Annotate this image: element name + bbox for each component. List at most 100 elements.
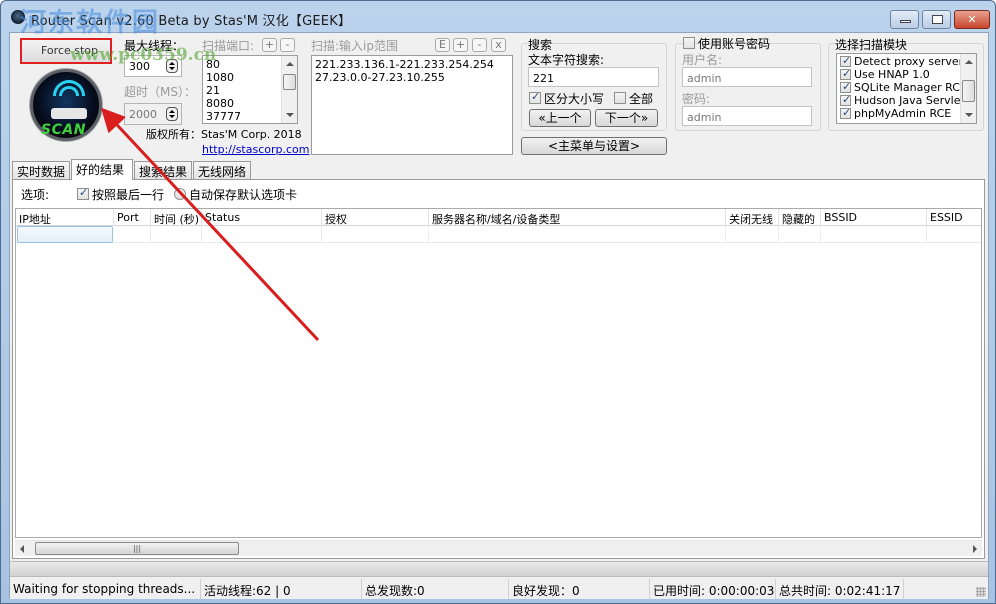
minimize-button[interactable]	[890, 10, 919, 29]
scroll-down-icon[interactable]	[286, 113, 294, 117]
add-range-button[interactable]: +	[453, 38, 468, 52]
max-threads-label: 最大线程：	[124, 39, 185, 53]
column-server-name[interactable]: 服务器名称/域名/设备类型	[429, 209, 726, 226]
edit-range-button[interactable]: E	[435, 38, 450, 52]
module-label: phpMyAdmin RCE	[854, 107, 952, 120]
module-checkbox[interactable]	[840, 67, 851, 80]
search-all-checkbox[interactable]	[614, 92, 626, 104]
column-bssid[interactable]: BSSID	[821, 209, 927, 226]
column-time[interactable]: 时间 (秒)	[151, 209, 202, 226]
scroll-thumb[interactable]	[283, 74, 296, 90]
title-bar[interactable]: Router Scan v2.60 Beta by Stas'M 汉化【GEEK…	[1, 1, 995, 33]
ip-range-item[interactable]: 221.233.136.1-221.233.254.254	[312, 58, 512, 71]
scan-logo-button[interactable]: SCAN	[30, 69, 102, 141]
timeout-value: 2000	[129, 108, 157, 121]
follow-last-row-checkbox[interactable]	[77, 186, 89, 200]
module-label: SQLite Manager RCE	[854, 81, 967, 94]
table-row[interactable]	[16, 226, 981, 243]
clear-ranges-button[interactable]: x	[491, 38, 506, 52]
maximize-button[interactable]	[922, 10, 951, 29]
module-checkbox[interactable]	[840, 93, 851, 106]
minimize-icon	[900, 20, 911, 23]
tab-good-results[interactable]: 好的结果	[71, 159, 133, 180]
remove-port-button[interactable]: -	[280, 38, 295, 52]
website-link[interactable]: http://stascorp.com	[202, 143, 310, 156]
elapsed-time: 已用时间: 0:00:00:03	[650, 579, 776, 599]
scroll-up-icon[interactable]	[286, 62, 294, 66]
case-sensitive-label: 区分大小写	[544, 92, 605, 106]
next-button[interactable]: 下一个»	[595, 109, 658, 127]
status-bar: Waiting for stopping threads... 活动线程:62 …	[10, 579, 988, 599]
stepper-arrows-icon[interactable]	[166, 107, 178, 121]
module-checkbox[interactable]	[840, 106, 851, 119]
window-title: Router Scan v2.60 Beta by Stas'M 汉化【GEEK…	[31, 14, 352, 29]
add-port-button[interactable]: +	[262, 38, 277, 52]
autosave-label: 自动保存默认选项卡	[189, 188, 298, 202]
table-horizontal-scrollbar[interactable]: |||	[15, 540, 982, 556]
table-cell	[726, 226, 779, 243]
modules-list[interactable]: Detect proxy serversUse HNAP 1.0SQLite M…	[836, 53, 977, 124]
selected-cell[interactable]	[17, 226, 113, 243]
text-search-label: 文本字符搜索:	[528, 53, 605, 67]
column-status[interactable]: Status	[202, 209, 322, 226]
scroll-left-icon[interactable]	[20, 545, 24, 553]
search-all-label: 全部	[629, 92, 654, 106]
column-authorization[interactable]: 授权	[322, 209, 429, 226]
column-essid[interactable]: ESSID	[927, 209, 981, 226]
scroll-thumb[interactable]: |||	[35, 542, 239, 555]
modules-scrollbar[interactable]	[960, 54, 976, 123]
close-button[interactable]: ✕	[954, 10, 990, 29]
scroll-down-icon[interactable]	[965, 113, 973, 117]
scroll-right-icon[interactable]	[973, 545, 977, 553]
ip-range-item[interactable]: 27.23.0.0-27.23.10.255	[312, 71, 512, 84]
module-item[interactable]: Use HNAP 1.0	[837, 67, 976, 81]
tab-live-data[interactable]: 实时数据	[12, 161, 70, 179]
router-scan-window: Router Scan v2.60 Beta by Stas'M 汉化【GEEK…	[0, 0, 996, 604]
results-table[interactable]: IP地址 Port 时间 (秒) Status 授权 服务器名称/域名/设备类型…	[15, 208, 982, 538]
module-item[interactable]: phpMyAdmin RCE	[837, 106, 976, 120]
ip-range-list[interactable]: 221.233.136.1-221.233.254.254 27.23.0.0-2…	[311, 55, 513, 155]
ports-scrollbar[interactable]	[281, 56, 297, 123]
column-hidden[interactable]: 隐藏的	[779, 209, 821, 226]
close-icon: ✕	[967, 13, 977, 26]
table-cell	[322, 226, 429, 243]
ports-list[interactable]: 80 1080 21 8080 37777	[202, 55, 298, 124]
main-menu-settings-button[interactable]: <主菜单与设置>	[521, 137, 667, 155]
text-search-input[interactable]: 221	[528, 67, 659, 87]
use-credentials-checkbox[interactable]	[683, 37, 695, 49]
max-threads-stepper[interactable]: 300	[124, 55, 182, 77]
ip-range-label: 扫描:输入ip范围	[311, 39, 398, 53]
remove-range-button[interactable]: -	[472, 38, 487, 52]
tab-wireless-networks[interactable]: 无线网络	[193, 161, 251, 179]
table-header: IP地址 Port 时间 (秒) Status 授权 服务器名称/域名/设备类型…	[16, 209, 981, 226]
maximize-icon	[932, 15, 943, 24]
good-found: 良好发现：0	[509, 579, 650, 599]
case-sensitive-checkbox[interactable]	[529, 90, 541, 104]
tab-search-results[interactable]: 搜索结果	[134, 161, 192, 179]
username-input[interactable]: admin	[682, 67, 812, 87]
module-checkbox[interactable]	[840, 80, 851, 93]
module-item[interactable]: Hudson Java Servlet	[837, 93, 976, 107]
stepper-arrows-icon[interactable]	[166, 59, 178, 73]
copyright-text: 版权所有：Stas'M Corp. 2018	[146, 128, 302, 141]
app-icon	[11, 10, 25, 24]
active-threads: 活动线程:62 | 0	[201, 579, 362, 599]
timeout-label: 超时（MS）：	[124, 85, 196, 99]
module-item[interactable]: Detect proxy servers	[837, 54, 976, 68]
table-cell	[779, 226, 821, 243]
password-input[interactable]: admin	[682, 106, 812, 126]
good-results-panel: 选项: 按照最后一行 自动保存默认选项卡 IP地址 Port 时间 (秒) St…	[12, 179, 985, 559]
max-threads-value: 300	[129, 60, 150, 73]
column-port[interactable]: Port	[114, 209, 151, 226]
scroll-up-icon[interactable]	[965, 60, 973, 64]
previous-button[interactable]: «上一个	[529, 109, 591, 127]
resize-grip-icon[interactable]	[976, 587, 986, 597]
scroll-thumb[interactable]	[962, 80, 975, 102]
module-checkbox[interactable]	[840, 54, 851, 67]
autosave-radio[interactable]	[174, 188, 186, 200]
column-wireless-off[interactable]: 关闭无线	[726, 209, 779, 226]
module-item[interactable]: SQLite Manager RCE	[837, 80, 976, 94]
column-ip-address[interactable]: IP地址	[16, 209, 114, 226]
force-stop-button[interactable]: Force stop	[20, 38, 112, 64]
timeout-stepper[interactable]: 2000	[124, 103, 182, 125]
